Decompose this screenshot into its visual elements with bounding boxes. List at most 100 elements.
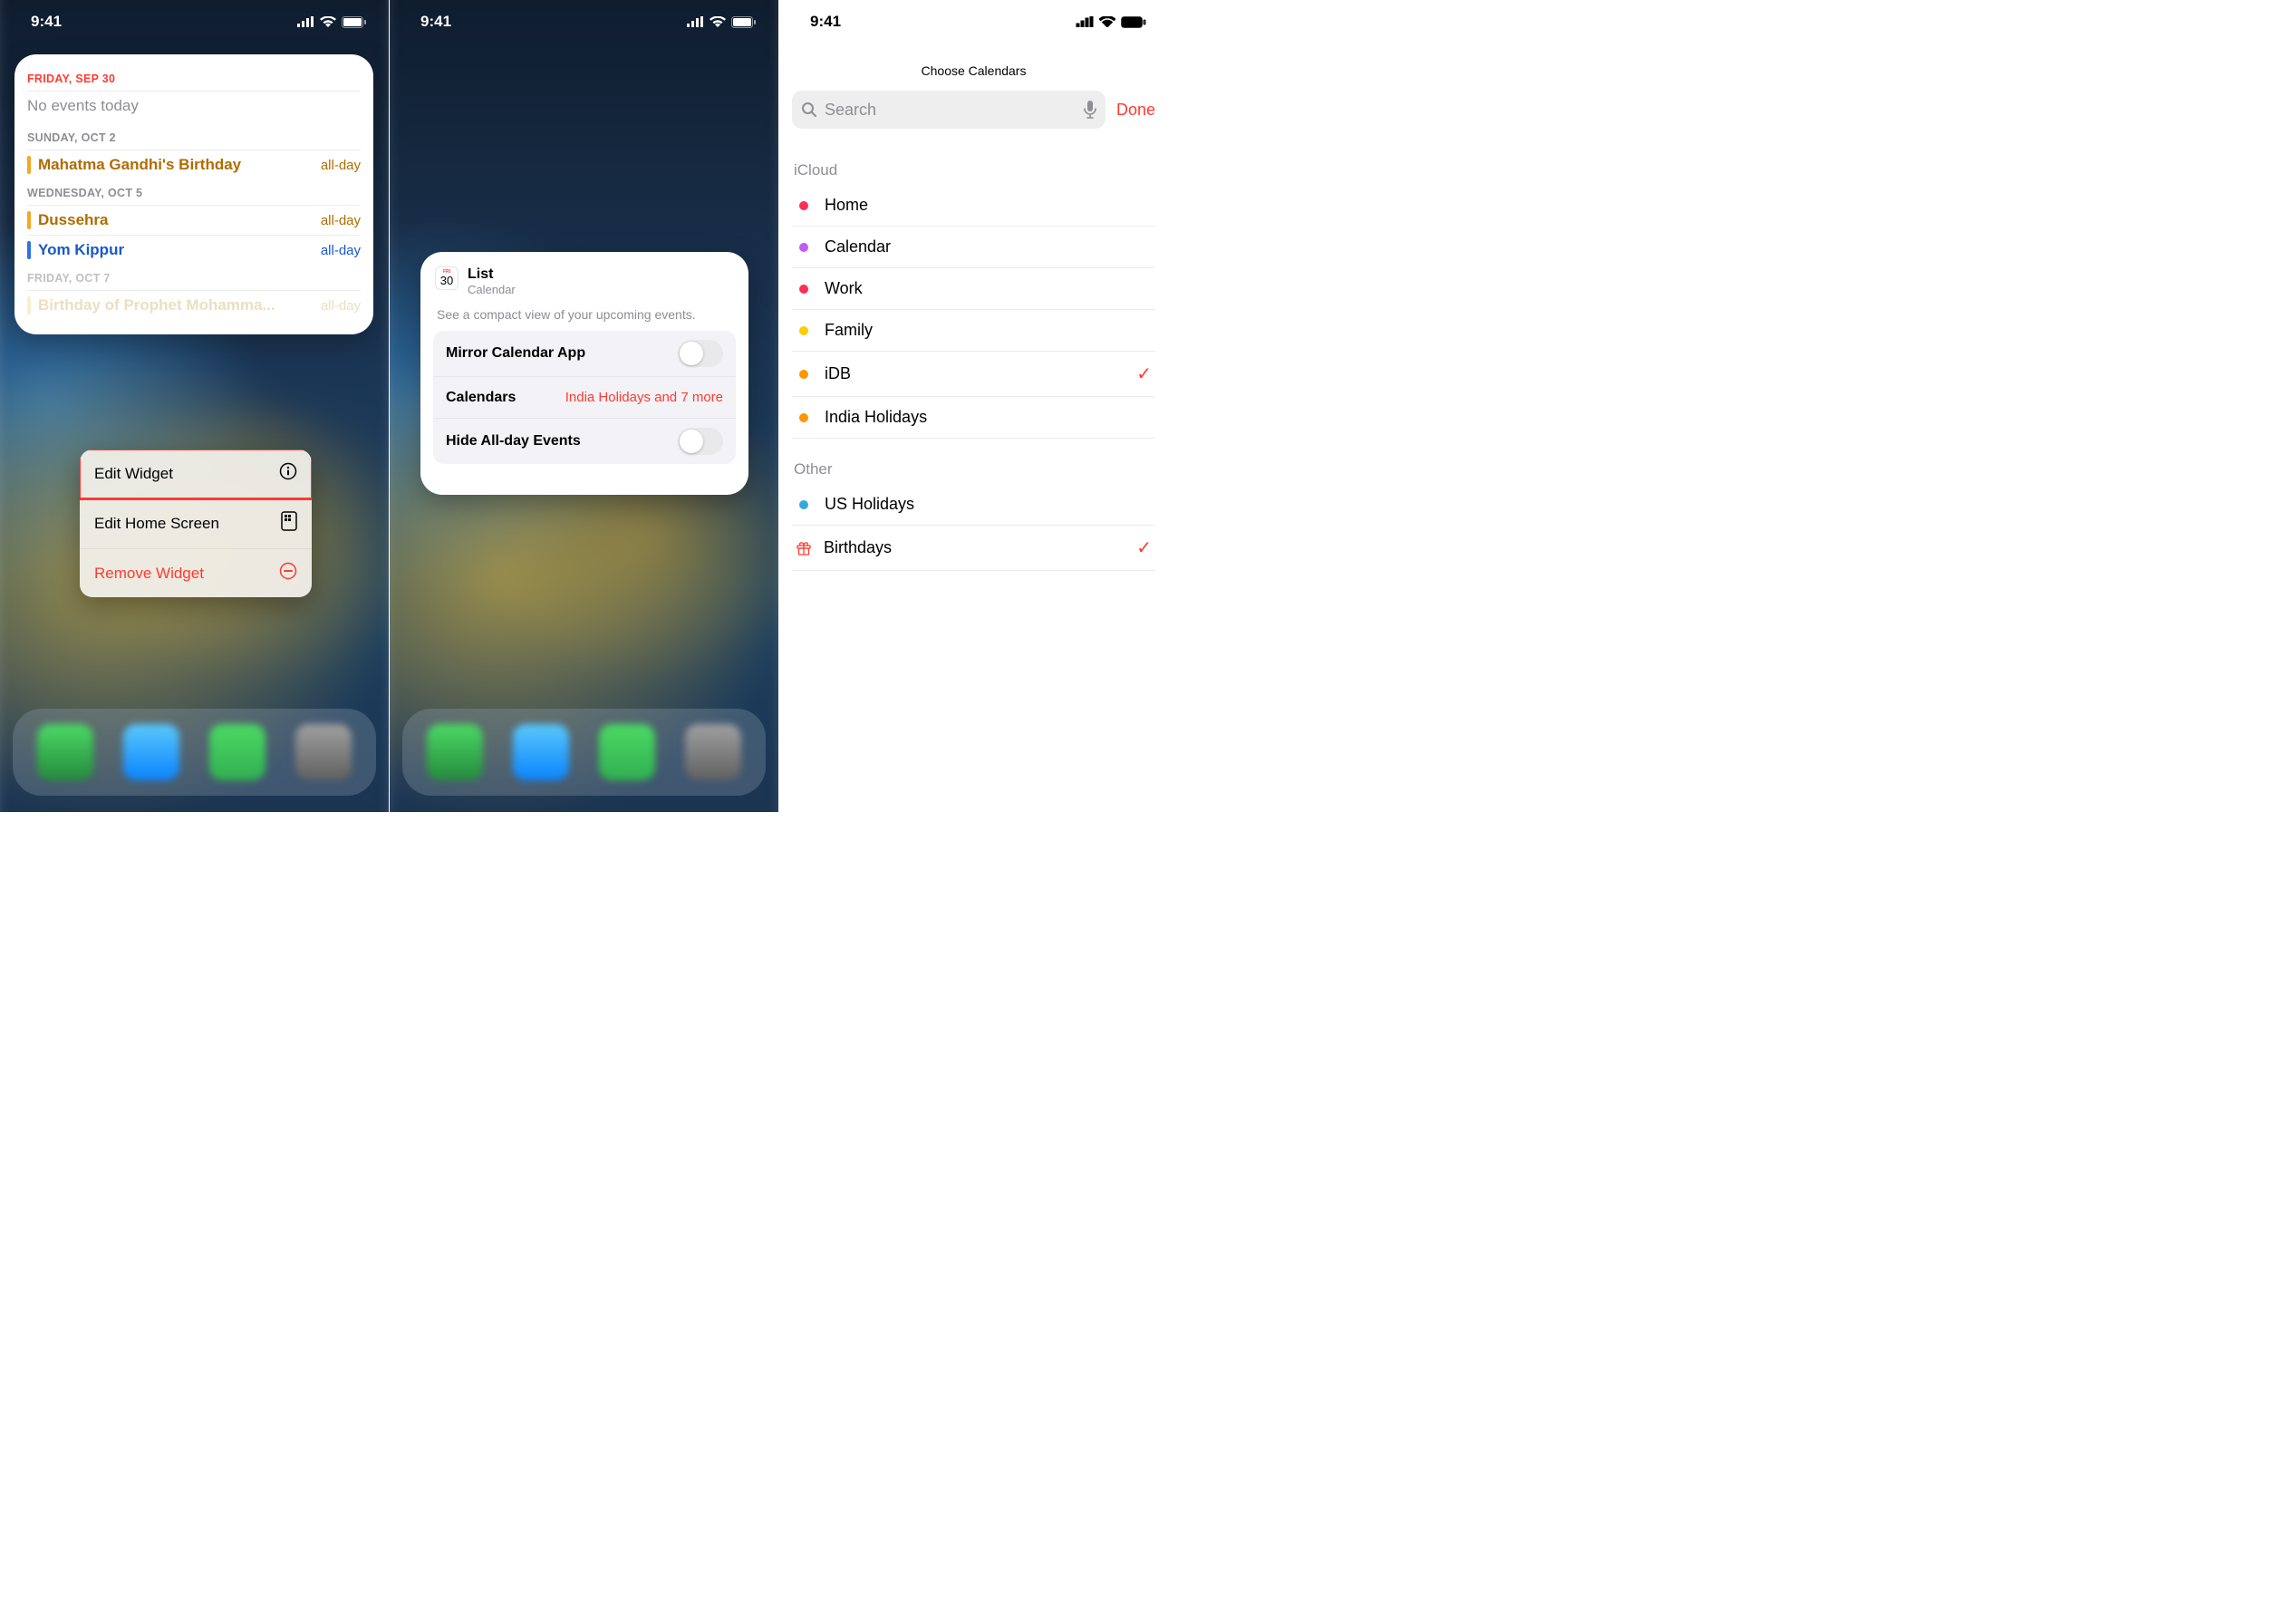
- config-titles: List Calendar: [468, 266, 516, 296]
- info-circle-icon: [279, 462, 297, 485]
- option-mirror-calendar[interactable]: Mirror Calendar App: [433, 331, 736, 377]
- dock-app[interactable]: [209, 724, 266, 780]
- calendar-color-dot: [799, 500, 808, 509]
- config-header: FRI 30 List Calendar: [433, 265, 736, 304]
- day-header: FRIDAY, OCT 7: [27, 265, 361, 290]
- dock-app[interactable]: [685, 724, 741, 780]
- dock-app[interactable]: [513, 724, 569, 780]
- widget-context-menu: Edit Widget Edit Home Screen Remove Widg…: [80, 450, 312, 597]
- calendar-row[interactable]: Birthdays ✓: [792, 526, 1155, 571]
- calendar-name: Calendar: [825, 237, 1152, 256]
- search-row: Search Done: [792, 91, 1155, 129]
- context-remove-widget[interactable]: Remove Widget: [80, 549, 312, 597]
- option-label: Calendars: [446, 390, 516, 406]
- calendar-section: iCloud Home Calendar Work Family iDB ✓: [792, 152, 1155, 439]
- calendar-list: iCloud Home Calendar Work Family iDB ✓: [792, 152, 1155, 571]
- wifi-icon: [710, 16, 726, 27]
- calendar-row[interactable]: US Holidays: [792, 484, 1155, 526]
- context-edit-home-screen[interactable]: Edit Home Screen: [80, 498, 312, 549]
- cellular-icon: [296, 16, 314, 27]
- dock-app[interactable]: [427, 724, 483, 780]
- event-row[interactable]: Yom Kippur all-day: [27, 236, 361, 265]
- calendar-name: India Holidays: [825, 408, 1152, 427]
- no-events-label: No events today: [27, 92, 361, 124]
- option-label: Hide All-day Events: [446, 433, 581, 450]
- event-row[interactable]: Mahatma Gandhi's Birthday all-day: [27, 150, 361, 179]
- calendar-row[interactable]: Home: [792, 185, 1155, 227]
- widget-type-title: List: [468, 266, 516, 283]
- context-item-label: Remove Widget: [94, 565, 204, 583]
- mic-icon[interactable]: [1084, 101, 1096, 119]
- calendar-section: Other US Holidays Birthdays ✓: [792, 439, 1155, 571]
- calendar-row[interactable]: Calendar: [792, 227, 1155, 268]
- gift-icon: [797, 541, 811, 556]
- battery-icon: [731, 16, 757, 28]
- calendar-name: Birthdays: [824, 538, 1136, 557]
- option-calendars[interactable]: Calendars India Holidays and 7 more: [433, 377, 736, 419]
- calendar-color-dot: [799, 326, 808, 335]
- day-header: WEDNESDAY, OCT 5: [27, 179, 361, 205]
- status-icons: [686, 16, 757, 28]
- checkmark-icon: ✓: [1136, 362, 1152, 385]
- apps-icon: [281, 511, 297, 536]
- dock-app[interactable]: [599, 724, 655, 780]
- event-title: Dussehra: [38, 211, 314, 229]
- event-time: all-day: [321, 213, 361, 228]
- checkmark-icon: ✓: [1136, 536, 1152, 559]
- event-row[interactable]: Dussehra all-day: [27, 206, 361, 235]
- calendar-icon-day-number: 30: [440, 275, 453, 286]
- search-input[interactable]: Search: [792, 91, 1106, 129]
- status-icons: [1076, 16, 1146, 28]
- toggle-switch[interactable]: [678, 428, 723, 455]
- dock-app[interactable]: [37, 724, 93, 780]
- wifi-icon: [320, 16, 336, 27]
- calendar-name: US Holidays: [825, 495, 1152, 514]
- search-icon: [801, 102, 817, 118]
- status-icons: [296, 16, 367, 28]
- status-time: 9:41: [420, 13, 451, 31]
- calendar-name: Family: [825, 321, 1152, 340]
- dock-app[interactable]: [295, 724, 352, 780]
- context-item-label: Edit Widget: [94, 465, 173, 483]
- battery-icon: [342, 16, 367, 28]
- event-color-bar: [27, 211, 31, 229]
- minus-circle-icon: [279, 562, 297, 585]
- calendar-app-icon: FRI 30: [435, 266, 459, 290]
- search-placeholder: Search: [825, 101, 876, 120]
- event-title: Birthday of Prophet Mohamma...: [38, 296, 314, 314]
- calendar-name: Home: [825, 196, 1152, 215]
- calendar-color-dot: [799, 370, 808, 379]
- status-bar: 9:41: [0, 0, 389, 44]
- event-color-bar: [27, 156, 31, 174]
- widget-options-list: Mirror Calendar App Calendars India Holi…: [433, 331, 736, 464]
- option-hide-allday[interactable]: Hide All-day Events: [433, 419, 736, 464]
- widget-description: See a compact view of your upcoming even…: [433, 304, 736, 331]
- calendar-row[interactable]: Family: [792, 310, 1155, 352]
- dock: [402, 709, 766, 796]
- event-time: all-day: [321, 243, 361, 258]
- event-row[interactable]: Birthday of Prophet Mohamma... all-day: [27, 291, 361, 320]
- calendar-widget[interactable]: FRIDAY, SEP 30No events todaySUNDAY, OCT…: [14, 54, 373, 334]
- day-header: FRIDAY, SEP 30: [27, 65, 361, 91]
- section-header: Other: [792, 439, 1155, 484]
- calendar-color-dot: [799, 285, 808, 294]
- dock-app[interactable]: [123, 724, 179, 780]
- event-title: Mahatma Gandhi's Birthday: [38, 156, 314, 174]
- section-header: iCloud: [792, 152, 1155, 185]
- calendar-row[interactable]: Work: [792, 268, 1155, 310]
- context-edit-widget[interactable]: Edit Widget: [80, 450, 312, 498]
- calendar-color-dot: [799, 243, 808, 252]
- calendar-name: Work: [825, 279, 1152, 298]
- toggle-switch[interactable]: [678, 340, 723, 367]
- event-time: all-day: [321, 298, 361, 314]
- calendar-row[interactable]: India Holidays: [792, 397, 1155, 439]
- widget-config-card: FRI 30 List Calendar See a compact view …: [420, 252, 748, 495]
- status-time: 9:41: [810, 13, 841, 31]
- done-button[interactable]: Done: [1116, 101, 1155, 120]
- screen-widget-config: 9:41 FRI 30 List Calendar See a compact …: [390, 0, 779, 812]
- event-title: Yom Kippur: [38, 241, 314, 259]
- calendar-row[interactable]: iDB ✓: [792, 352, 1155, 397]
- screen-widget-context: 9:41 FRIDAY, SEP 30No events todaySUNDAY…: [0, 0, 390, 812]
- sheet-title: Choose Calendars: [779, 63, 1168, 78]
- event-color-bar: [27, 296, 31, 314]
